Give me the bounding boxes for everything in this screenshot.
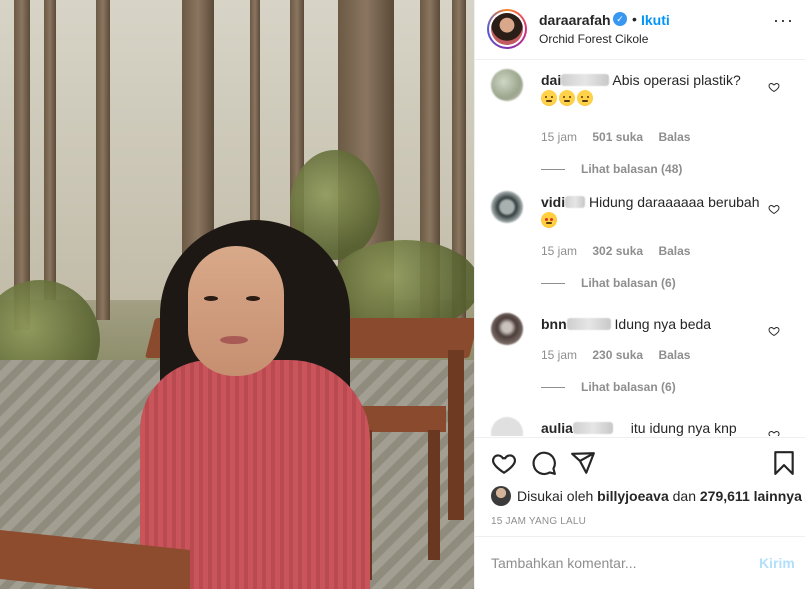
header-separator: •: [632, 11, 637, 27]
comment-meta: 15 jam 230 suka Balas: [541, 348, 702, 362]
view-replies-button[interactable]: Lihat balasan (48): [541, 162, 682, 176]
person-face: [188, 246, 284, 376]
commenter-username[interactable]: bnn: [541, 316, 567, 332]
view-replies-button[interactable]: Lihat balasan (6): [541, 276, 676, 290]
post-photo[interactable]: [0, 0, 474, 589]
location-link[interactable]: Orchid Forest Cikole: [539, 32, 648, 46]
post-header: daraarafah ✓ • Ikuti Orchid Forest Cikol…: [475, 0, 805, 60]
post-sidebar: daraarafah ✓ • Ikuti Orchid Forest Cikol…: [474, 0, 805, 589]
verified-badge-icon: ✓: [613, 12, 627, 26]
view-replies-label: Lihat balasan (6): [581, 380, 676, 394]
tree-trunk: [96, 0, 110, 320]
comment-time[interactable]: 15 jam: [541, 130, 577, 144]
liked-by-conjunction: dan: [672, 488, 696, 504]
profile-avatar[interactable]: [487, 9, 527, 49]
comment-time[interactable]: 15 jam: [541, 244, 577, 258]
blurred-username: [561, 74, 610, 86]
commenter-avatar[interactable]: [491, 191, 523, 223]
reply-button[interactable]: Balas: [658, 130, 690, 144]
post-timestamp[interactable]: 15 JAM YANG LALU: [491, 516, 586, 527]
reply-button[interactable]: Balas: [658, 244, 690, 258]
post-actions: Disukai oleh billyjoeava dan 279,611 lai…: [475, 437, 805, 535]
comment-input[interactable]: [491, 553, 741, 573]
heart-icon[interactable]: [491, 450, 517, 476]
comment-likes[interactable]: 230 suka: [592, 348, 643, 362]
table-leg: [448, 350, 464, 520]
view-replies-button[interactable]: Lihat balasan (6): [541, 380, 676, 394]
replies-divider: [541, 283, 565, 285]
follow-button[interactable]: Ikuti: [641, 12, 670, 28]
comment-body: Abis operasi plastik?: [612, 72, 741, 88]
comment-text: aulia itu idung nya knp: [541, 419, 761, 436]
liked-by-summary: Disukai oleh billyjoeava dan 279,611 lai…: [491, 486, 802, 506]
foliage: [330, 240, 474, 330]
view-replies-label: Lihat balasan (6): [581, 276, 676, 290]
flushed-emoji-icon: [577, 90, 593, 106]
commenter-avatar[interactable]: [491, 417, 523, 436]
comment-time[interactable]: 15 jam: [541, 348, 577, 362]
replies-divider: [541, 387, 565, 389]
commenter-username[interactable]: vidi: [541, 194, 565, 210]
commenter-username[interactable]: dai: [541, 72, 561, 88]
share-icon[interactable]: [570, 450, 596, 476]
comment-like-heart-icon[interactable]: [768, 325, 780, 337]
commenter-avatar[interactable]: [491, 69, 523, 101]
comment-likes[interactable]: 501 suka: [592, 130, 643, 144]
person-eye: [204, 296, 218, 301]
flushed-emoji-icon: [541, 90, 557, 106]
replies-divider: [541, 169, 565, 171]
comment-meta: 15 jam 302 suka Balas: [541, 244, 702, 258]
add-comment-bar: Kirim: [475, 536, 805, 589]
view-replies-label: Lihat balasan (48): [581, 162, 683, 176]
comment-body: Idung nya beda: [614, 316, 712, 332]
comment-body: itu idung nya knp: [630, 420, 737, 436]
comment-body: Hidung daraaaaaa berubah: [589, 194, 760, 210]
post-comment-button[interactable]: Kirim: [759, 555, 795, 571]
comment-text: bnn Idung nya beda: [541, 315, 761, 333]
comment-likes[interactable]: 302 suka: [592, 244, 643, 258]
comment-list[interactable]: dai Abis operasi plastik? 15 jam 501 suk…: [475, 61, 805, 436]
comment-text: dai Abis operasi plastik?: [541, 71, 761, 107]
commenter-username[interactable]: aulia: [541, 420, 573, 436]
flushed-emoji-icon: [559, 90, 575, 106]
bookmark-icon[interactable]: [771, 450, 797, 476]
reply-button[interactable]: Balas: [658, 348, 690, 362]
liked-by-count[interactable]: 279,611 lainnya: [700, 488, 802, 504]
comment-meta: 15 jam 501 suka Balas: [541, 130, 702, 144]
blurred-username: [565, 196, 586, 208]
blurred-username: [566, 318, 611, 330]
commenter-avatar[interactable]: [491, 313, 523, 345]
star-struck-emoji-icon: [541, 212, 557, 228]
more-options-icon[interactable]: ···: [773, 10, 794, 31]
liked-by-user[interactable]: billyjoeava: [597, 488, 669, 504]
person-lips: [220, 336, 248, 344]
comment-icon[interactable]: [531, 450, 557, 476]
blurred-username: [572, 422, 613, 434]
person-eye: [246, 296, 260, 301]
liked-by-avatar[interactable]: [491, 486, 511, 506]
stool-leg: [428, 430, 440, 560]
comment-like-heart-icon[interactable]: [768, 203, 780, 215]
tree-trunk: [44, 0, 56, 300]
comment-like-heart-icon[interactable]: [768, 429, 780, 436]
comment-text: vidi Hidung daraaaaaa berubah: [541, 193, 761, 229]
liked-by-prefix: Disukai oleh: [517, 488, 594, 504]
profile-username[interactable]: daraarafah: [539, 12, 611, 28]
comment-like-heart-icon[interactable]: [768, 81, 780, 93]
